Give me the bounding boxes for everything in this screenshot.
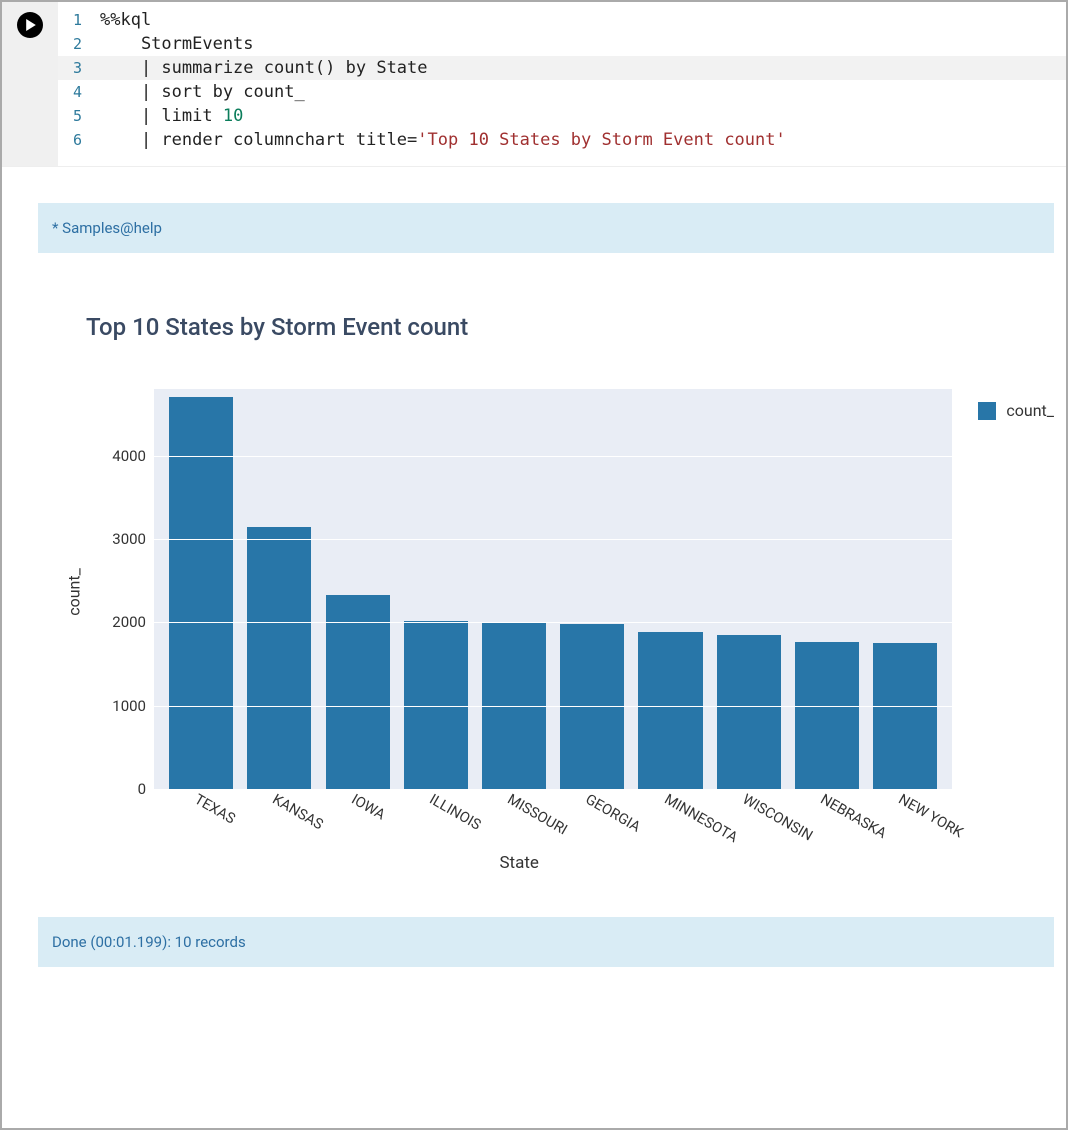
x-tick-label: NEBRASKA — [817, 791, 889, 842]
gridline — [154, 456, 952, 457]
chart-plot[interactable]: count_ TEXASKANSASIOWAILLINOISMISSOURIGE… — [86, 389, 952, 873]
line-number: 3 — [58, 56, 100, 80]
code-line[interactable]: 3 | summarize count() by State — [58, 56, 1066, 80]
code-text: %%kql — [100, 8, 151, 32]
gridline — [154, 706, 952, 707]
x-tick-label: ILLINOIS — [426, 791, 483, 834]
code-line[interactable]: 1%%kql — [58, 8, 1066, 32]
play-icon — [25, 19, 37, 31]
code-text: | sort by count_ — [100, 80, 305, 104]
x-tick-label: KANSAS — [270, 791, 327, 834]
code-text: StormEvents — [100, 32, 254, 56]
chart-legend[interactable]: count_ — [978, 389, 1054, 420]
x-tick-label: TEXAS — [192, 791, 239, 828]
bar[interactable] — [638, 632, 702, 789]
x-tick-label: NEW YORK — [896, 791, 966, 842]
bar-wrap: MINNESOTA — [631, 632, 709, 789]
gridline — [154, 622, 952, 623]
x-tick-label: MISSOURI — [505, 791, 571, 839]
code-text: | limit 10 — [100, 104, 243, 128]
plot-background: TEXASKANSASIOWAILLINOISMISSOURIGEORGIAMI… — [154, 389, 952, 789]
code-text: | summarize count() by State — [100, 56, 428, 80]
bar-wrap: IOWA — [318, 595, 396, 789]
bar[interactable] — [326, 595, 390, 789]
line-number: 2 — [58, 32, 100, 56]
code-line[interactable]: 5 | limit 10 — [58, 104, 1066, 128]
bar[interactable] — [247, 527, 311, 790]
x-tick-label: GEORGIA — [583, 791, 644, 836]
bar-wrap: NEBRASKA — [788, 642, 866, 789]
bar[interactable] — [873, 643, 937, 789]
x-tick-label: IOWA — [348, 791, 388, 824]
code-editor[interactable]: 1%%kql2 StormEvents3 | summarize count()… — [58, 2, 1066, 166]
legend-label: count_ — [1006, 401, 1054, 420]
run-gutter — [2, 2, 58, 166]
x-tick-label: MINNESOTA — [661, 791, 740, 846]
x-axis-label: State — [86, 853, 952, 873]
connection-banner: * Samples@help — [38, 203, 1054, 253]
cell-output-area: * Samples@help Top 10 States by Storm Ev… — [2, 167, 1066, 979]
gridline — [154, 789, 952, 790]
bar-wrap: NEW YORK — [866, 643, 944, 789]
y-tick-label: 1000 — [112, 697, 146, 715]
bar-wrap: KANSAS — [240, 527, 318, 790]
code-line[interactable]: 6 | render columnchart title='Top 10 Sta… — [58, 128, 1066, 152]
y-tick-label: 0 — [138, 780, 146, 798]
chart-container: Top 10 States by Storm Event count count… — [38, 313, 1054, 873]
status-banner: Done (00:01.199): 10 records — [38, 917, 1054, 967]
legend-swatch — [978, 402, 996, 420]
y-tick-label: 2000 — [112, 613, 146, 631]
line-number: 4 — [58, 80, 100, 104]
y-tick-label: 3000 — [112, 530, 146, 548]
code-text: | render columnchart title='Top 10 State… — [100, 128, 786, 152]
chart-title: Top 10 States by Storm Event count — [86, 313, 1054, 341]
code-line[interactable]: 2 StormEvents — [58, 32, 1066, 56]
notebook-cell: 1%%kql2 StormEvents3 | summarize count()… — [2, 2, 1066, 979]
bar[interactable] — [717, 635, 781, 789]
y-axis-label: count_ — [65, 568, 84, 616]
line-number: 1 — [58, 8, 100, 32]
code-line[interactable]: 4 | sort by count_ — [58, 80, 1066, 104]
run-button[interactable] — [17, 12, 43, 38]
line-number: 5 — [58, 104, 100, 128]
x-tick-label: WISCONSIN — [739, 791, 815, 845]
cell-input-area: 1%%kql2 StormEvents3 | summarize count()… — [2, 2, 1066, 167]
line-number: 6 — [58, 128, 100, 152]
y-tick-label: 4000 — [112, 447, 146, 465]
bar-wrap: WISCONSIN — [710, 635, 788, 789]
bar[interactable] — [795, 642, 859, 789]
gridline — [154, 539, 952, 540]
